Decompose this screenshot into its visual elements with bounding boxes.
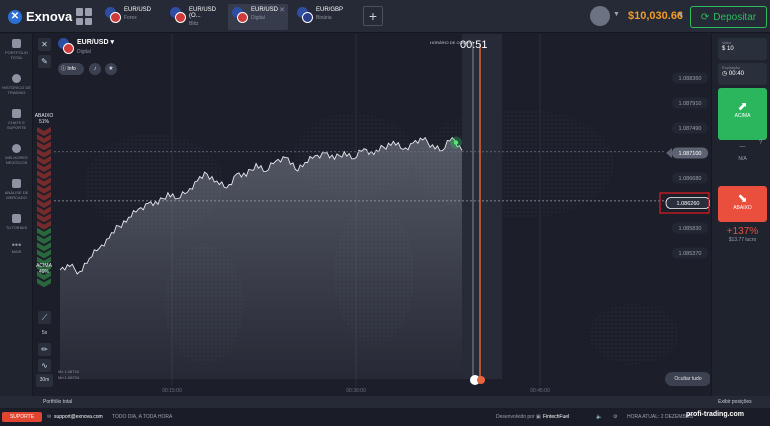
x-tick-label: 00:30:00: [346, 388, 366, 394]
y-tick-label: 1.085830: [672, 222, 708, 234]
sentiment-down: ABAIXO 51%: [34, 113, 54, 125]
current-price-glow: [450, 136, 462, 149]
close-chart-icon[interactable]: ✕: [38, 38, 51, 51]
add-tab-button[interactable]: +: [363, 6, 383, 26]
mail-icon: ✉: [47, 414, 52, 420]
eur-usd-flag-icon: [105, 7, 121, 23]
asset-tab[interactable]: EUR/GBP Binária: [293, 4, 353, 30]
close-tab-icon[interactable]: ✕: [279, 6, 285, 14]
price-chart[interactable]: 1.088360 1.087910 1.087490 1.087100 1.086680…: [34, 34, 710, 396]
sidebar-item-history[interactable]: HISTÓRICO DE TRADING: [0, 74, 33, 95]
y-tick-text: 1.087490: [679, 126, 702, 132]
sidebar-item-chats[interactable]: CHATS E SUPORTE: [0, 109, 33, 130]
trend-down-icon: ⬊: [737, 191, 748, 205]
logo-icon: ✕: [8, 9, 22, 24]
y-tick-label: 1.085370: [672, 247, 708, 259]
chat-icon: [12, 109, 21, 118]
x-tick-label: 00:15:00: [162, 388, 182, 394]
portfolio-bar[interactable]: Portfólio total Exibir posições: [0, 396, 770, 408]
asset-selector[interactable]: EUR/USD ▾ Digital: [58, 38, 114, 55]
buy-down-button[interactable]: ⬊ ABAIXO: [718, 186, 767, 222]
chevron-down-icon[interactable]: ▼: [613, 11, 620, 18]
trophy-icon: [12, 144, 21, 153]
y-tick-label: 1.087490: [672, 122, 708, 134]
sidebar-item-analysis[interactable]: ANÁLISE DE MERCADO: [0, 179, 33, 200]
asset-tab-active[interactable]: EUR/USD Digital ✕: [228, 4, 288, 30]
timeframe-selector[interactable]: 30m: [36, 374, 53, 387]
neutral-info: — N/A: [738, 144, 747, 162]
eur-gbp-flag-icon: [297, 7, 313, 23]
brand-logo[interactable]: ✕ Exnova: [8, 9, 72, 24]
y-tick-text: 1.086260: [677, 201, 700, 207]
y-tick-text: 1.086680: [679, 176, 702, 182]
briefcase-icon: [12, 39, 21, 48]
candle-size-selector[interactable]: 5s: [38, 327, 51, 340]
eur-usd-flag-icon: [232, 7, 248, 23]
favorite-star-icon[interactable]: ★: [105, 63, 117, 75]
news-icon: [12, 179, 21, 188]
draw-tools-icon[interactable]: ✎: [38, 55, 51, 68]
eur-usd-flag-icon: [170, 7, 186, 23]
range-readout: Mx 1.08716 Mn 1.08704: [58, 369, 80, 380]
strike-price-arrow: [666, 148, 672, 158]
y-tick-label: 1.087910: [672, 97, 708, 109]
y-tick-label: 1.088360: [672, 72, 708, 84]
sidebar-item-tutorials[interactable]: TUTORIAIS: [0, 214, 33, 230]
payout-info: +137% $13.77 lucro: [726, 226, 759, 243]
sidebar: PORTFÓLIO TOTAL HISTÓRICO DE TRADING CHA…: [0, 34, 33, 396]
timeline-expiry-marker[interactable]: [477, 376, 485, 384]
asset-tab[interactable]: EUR/USD (O... Blitz: [166, 4, 226, 30]
alert-bell-icon[interactable]: ♪: [89, 63, 101, 75]
chart-type-icon[interactable]: ⟋: [38, 311, 51, 324]
info-icon: ⓘ: [61, 66, 67, 72]
watermark: profi-trading.com: [686, 411, 744, 418]
pencil-icon[interactable]: ✏: [38, 343, 51, 356]
sentiment-up: ACIMA 49%: [36, 263, 52, 275]
sound-icon[interactable]: 🔈: [596, 408, 602, 426]
graduation-cap-icon: [12, 214, 21, 223]
y-tick-text: 1.085830: [679, 226, 702, 232]
strike-price-tag: 1.087100: [666, 147, 708, 159]
amount-field[interactable]: Valor $ 10: [718, 38, 767, 60]
asset-tab[interactable]: EUR/USD Forex: [101, 4, 161, 30]
hide-all-button[interactable]: Ocultar tudo: [665, 372, 710, 386]
y-tick-text: 1.085370: [679, 251, 702, 257]
status-bar: SUPORTE ✉ support@exnova.com TODO DIA, A…: [0, 408, 770, 426]
support-button[interactable]: SUPORTE: [2, 412, 42, 422]
y-tick-text: 1.088360: [679, 76, 702, 82]
deposit-button[interactable]: ⟳ Depositar: [690, 6, 767, 28]
expiry-field[interactable]: Expiração ◷ 00:40: [718, 63, 767, 85]
clock-icon: ◷: [722, 71, 728, 77]
x-tick-label: 00:45:00: [530, 388, 550, 394]
eur-usd-flag-icon: [58, 38, 74, 54]
current-price-tag: 1.086260: [659, 192, 710, 214]
chart-area[interactable]: 1.088360 1.087910 1.087490 1.087100 1.086680…: [34, 34, 710, 396]
deposit-icon: ⟳: [700, 11, 710, 23]
settings-gear-icon[interactable]: ⚙: [613, 408, 617, 426]
more-dots-icon: •••: [11, 240, 22, 250]
fintech-logo-icon: ▣: [536, 414, 541, 420]
account-balance[interactable]: $10,030.66: [628, 10, 683, 22]
trend-up-icon: ⬈: [737, 99, 748, 113]
y-tick-text: 1.087100: [679, 151, 702, 157]
y-tick-label: 1.086680: [672, 172, 708, 184]
trade-panel: Valor $ 10 Expiração ◷ 00:40 ⬈ ACIMA — N/A ?…: [711, 34, 770, 396]
chevron-down-icon[interactable]: ▼: [677, 12, 684, 19]
sidebar-item-best-deals[interactable]: MELHORES NEGÓCIOS: [0, 144, 33, 165]
chevron-down-icon: ▾: [110, 39, 114, 46]
asset-grid-button[interactable]: [76, 8, 93, 25]
sidebar-item-more[interactable]: ••• MAIS: [0, 240, 33, 255]
sidebar-item-portfolio[interactable]: PORTFÓLIO TOTAL: [0, 39, 33, 60]
avatar[interactable]: [590, 6, 610, 26]
clock-icon: [12, 74, 21, 83]
help-icon[interactable]: ?: [759, 140, 762, 146]
buy-up-button[interactable]: ⬈ ACIMA: [718, 88, 767, 140]
top-bar: ✕ Exnova EUR/USD Forex EUR/USD (O... Blitz …: [0, 0, 770, 33]
sentiment-chevron: [37, 127, 51, 136]
info-button[interactable]: ⓘ Info: [58, 63, 84, 75]
purchase-window-band: [462, 34, 502, 379]
countdown-timer: 00:51: [460, 39, 488, 51]
y-tick-text: 1.087910: [679, 101, 702, 107]
indicators-icon[interactable]: ∿: [38, 359, 51, 372]
